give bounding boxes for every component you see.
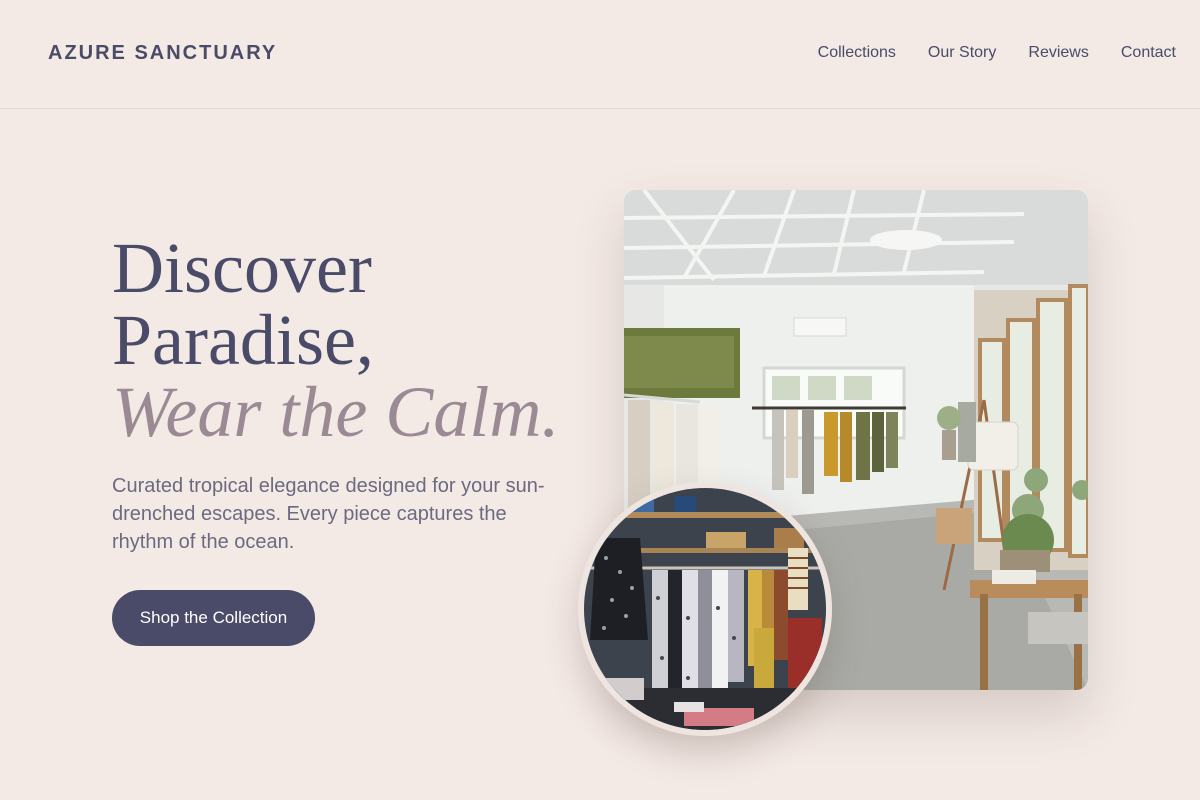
nav-reviews[interactable]: Reviews [1028, 44, 1088, 62]
shop-collection-button[interactable]: Shop the Collection [112, 590, 315, 646]
headline-line-1: Discover [112, 228, 372, 308]
hero-text: Discover Paradise, Wear the Calm. Curate… [112, 232, 572, 556]
headline-accent: Wear the Calm. [112, 372, 560, 452]
hero-headline: Discover Paradise, Wear the Calm. [112, 232, 572, 448]
main-nav: Collections Our Story Reviews Contact [818, 44, 1176, 62]
nav-collections[interactable]: Collections [818, 44, 896, 62]
nav-contact[interactable]: Contact [1121, 44, 1176, 62]
site-header: AZURE SANCTUARY Collections Our Story Re… [0, 0, 1200, 109]
brand-logo[interactable]: AZURE SANCTUARY [48, 42, 277, 65]
nav-our-story[interactable]: Our Story [928, 44, 996, 62]
headline-line-2: Paradise, [112, 300, 374, 380]
clothing-rack-image [578, 482, 832, 736]
hero-tagline: Curated tropical elegance designed for y… [112, 475, 545, 553]
